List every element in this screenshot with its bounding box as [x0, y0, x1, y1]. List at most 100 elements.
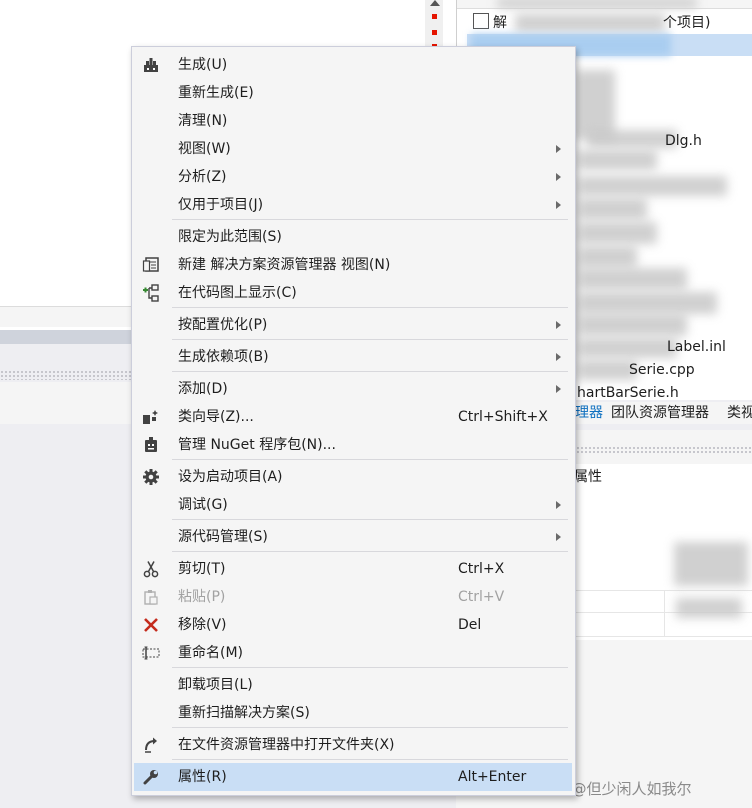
submenu-arrow-icon — [556, 321, 561, 329]
tab-solution-explorer[interactable]: 理器 — [575, 402, 603, 424]
tree-item-chartbarserie-h[interactable]: hartBarSerie.h — [577, 382, 679, 404]
tool-window-tabs: 理器 团队资源管理器 类视 — [575, 402, 752, 424]
scroll-up-arrow-icon[interactable] — [430, 0, 440, 6]
menu-item-label: 属性(R) — [178, 769, 227, 785]
menu-item-11[interactable]: 添加(D) — [134, 375, 572, 403]
menu-item-6[interactable]: 限定为此范围(S) — [134, 223, 572, 251]
menu-item-1[interactable]: 重新生成(E) — [134, 79, 572, 107]
class-wizard-icon — [142, 408, 160, 426]
menu-item-label: 按配置优化(P) — [178, 317, 268, 333]
build-icon — [142, 56, 160, 74]
menu-item-3[interactable]: 视图(W) — [134, 135, 572, 163]
menu-item-label: 在文件资源管理器中打开文件夹(X) — [178, 737, 395, 753]
menu-separator — [172, 551, 568, 552]
properties-grid — [570, 490, 752, 640]
menu-item-21[interactable]: 卸载项目(L) — [134, 671, 572, 699]
gear-icon — [142, 468, 160, 486]
tree-item-serie-cpp[interactable]: Serie.cpp — [629, 359, 695, 381]
menu-item-label: 重命名(M) — [178, 645, 244, 661]
menu-item-label: 源代码管理(S) — [178, 529, 268, 545]
menu-item-10[interactable]: 生成依赖项(B) — [134, 343, 572, 371]
menu-item-17[interactable]: 剪切(T) Ctrl+X — [134, 555, 572, 583]
error-marker — [432, 30, 437, 35]
tree-item-label-inl[interactable]: Label.inl — [667, 336, 726, 358]
menu-item-label: 生成(U) — [178, 57, 228, 73]
menu-item-14[interactable]: 设为启动项目(A) — [134, 463, 572, 491]
open-folder-icon — [142, 736, 160, 754]
submenu-arrow-icon — [556, 145, 561, 153]
menu-separator — [172, 727, 568, 728]
menu-item-label: 仅用于项目(J) — [178, 197, 264, 213]
menu-item-22[interactable]: 重新扫描解决方案(S) — [134, 699, 572, 727]
scissors-icon — [142, 560, 160, 578]
menu-item-label: 重新扫描解决方案(S) — [178, 705, 310, 721]
menu-item-7[interactable]: 新建 解决方案资源管理器 视图(N) — [134, 251, 572, 279]
menu-item-shortcut: Ctrl+Shift+X — [458, 409, 548, 425]
tab-class-view[interactable]: 类视 — [727, 402, 752, 424]
menu-item-label: 粘贴(P) — [178, 589, 226, 605]
submenu-arrow-icon — [556, 353, 561, 361]
submenu-arrow-icon — [556, 385, 561, 393]
menu-item-label: 类向导(Z)... — [178, 409, 254, 425]
menu-item-label: 重新生成(E) — [178, 85, 254, 101]
menu-separator — [172, 219, 568, 220]
menu-item-label: 新建 解决方案资源管理器 视图(N) — [178, 257, 391, 273]
menu-item-label: 移除(V) — [178, 617, 227, 633]
menu-item-8[interactable]: 在代码图上显示(C) — [134, 279, 572, 307]
menu-item-label: 剪切(T) — [178, 561, 226, 577]
menu-item-19[interactable]: 移除(V) Del — [134, 611, 572, 639]
context-menu: 生成(U) 重新生成(E) 清理(N) 视图(W) 分析(Z) 仅用于项目(J) 限定为此范… — [131, 46, 576, 796]
solution-label-suffix: 个项目) — [663, 15, 711, 31]
solution-label-prefix: 解 — [493, 15, 507, 31]
menu-item-13[interactable]: 管理 NuGet 程序包(N)... — [134, 431, 572, 459]
menu-item-label: 管理 NuGet 程序包(N)... — [178, 437, 336, 453]
menu-item-label: 卸载项目(L) — [178, 677, 253, 693]
menu-item-label: 生成依赖项(B) — [178, 349, 269, 365]
menu-item-20[interactable]: 重命名(M) — [134, 639, 572, 667]
menu-item-0[interactable]: 生成(U) — [134, 51, 572, 79]
menu-separator — [172, 759, 568, 760]
menu-separator — [172, 339, 568, 340]
submenu-arrow-icon — [556, 201, 561, 209]
menu-item-label: 在代码图上显示(C) — [178, 285, 297, 301]
submenu-arrow-icon — [556, 173, 561, 181]
menu-item-18: 粘贴(P) Ctrl+V — [134, 583, 572, 611]
submenu-arrow-icon — [556, 501, 561, 509]
menu-item-label: 设为启动项目(A) — [178, 469, 283, 485]
menu-item-23[interactable]: 在文件资源管理器中打开文件夹(X) — [134, 731, 572, 759]
menu-item-label: 添加(D) — [178, 381, 228, 397]
menu-item-5[interactable]: 仅用于项目(J) — [134, 191, 572, 219]
tree-item-dlg-h[interactable]: Dlg.h — [665, 130, 702, 152]
menu-item-24[interactable]: 属性(R) Alt+Enter — [134, 763, 572, 791]
menu-item-shortcut: Del — [458, 617, 482, 633]
menu-item-shortcut: Ctrl+X — [458, 561, 505, 577]
menu-item-label: 清理(N) — [178, 113, 228, 129]
menu-item-4[interactable]: 分析(Z) — [134, 163, 572, 191]
solution-node[interactable]: 解 — [473, 12, 507, 34]
menu-item-15[interactable]: 调试(G) — [134, 491, 572, 519]
wrench-icon — [142, 768, 160, 786]
menu-separator — [172, 519, 568, 520]
menu-item-label: 调试(G) — [178, 497, 228, 513]
menu-item-shortcut: Alt+Enter — [458, 769, 527, 785]
menu-item-16[interactable]: 源代码管理(S) — [134, 523, 572, 551]
paste-icon — [142, 588, 160, 606]
new-view-icon — [142, 256, 160, 274]
menu-item-12[interactable]: 类向导(Z)... Ctrl+Shift+X — [134, 403, 572, 431]
menu-separator — [172, 459, 568, 460]
remove-icon — [142, 616, 160, 634]
tab-team-explorer[interactable]: 团队资源管理器 — [611, 402, 709, 424]
menu-item-label: 视图(W) — [178, 141, 231, 157]
menu-item-label: 分析(Z) — [178, 169, 227, 185]
solution-icon — [473, 13, 489, 29]
menu-separator — [172, 667, 568, 668]
menu-item-2[interactable]: 清理(N) — [134, 107, 572, 135]
code-map-icon — [142, 284, 160, 302]
submenu-arrow-icon — [556, 533, 561, 541]
properties-title: 属性 — [570, 464, 752, 490]
menu-item-9[interactable]: 按配置优化(P) — [134, 311, 572, 339]
nuget-icon — [142, 436, 160, 454]
menu-item-shortcut: Ctrl+V — [458, 589, 505, 605]
menu-item-label: 限定为此范围(S) — [178, 229, 282, 245]
rename-icon — [142, 644, 160, 662]
